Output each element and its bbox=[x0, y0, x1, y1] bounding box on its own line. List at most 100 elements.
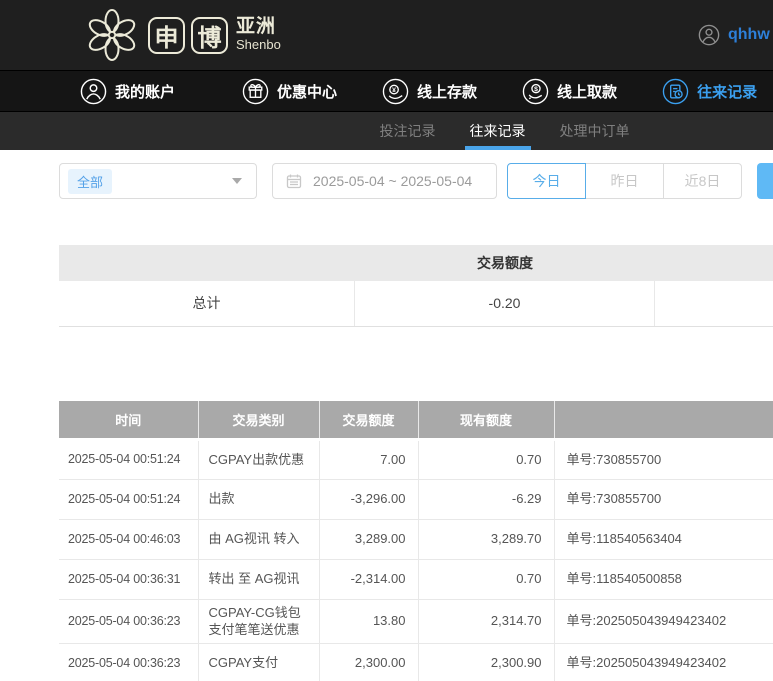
cell-memo: 单号:730855700 bbox=[554, 439, 773, 480]
cell-time: 2025-05-04 00:46:03 bbox=[59, 519, 199, 560]
category-select[interactable]: 全部 bbox=[59, 163, 257, 199]
cell-balance: 2,314.70 bbox=[418, 599, 555, 644]
cell-balance: 0.70 bbox=[418, 559, 555, 600]
cell-type: 由 AG视讯 转入 bbox=[198, 519, 320, 560]
sub-navigation: 投注记录 往来记录 处理中订单 bbox=[0, 112, 773, 150]
cell-balance: 0.70 bbox=[418, 439, 555, 480]
cell-type: 出款 bbox=[198, 479, 320, 520]
summary-table: 交易额度 总计 -0.20 bbox=[59, 245, 773, 327]
table-row: 2025-05-04 00:51:24 出款 -3,296.00 -6.29 单… bbox=[59, 479, 773, 520]
cell-time: 2025-05-04 00:36:31 bbox=[59, 559, 199, 600]
summary-amount-header: 交易额度 bbox=[477, 255, 533, 271]
nav-label: 线上存款 bbox=[417, 83, 478, 101]
logo-region-text: 亚洲 bbox=[236, 16, 277, 38]
cell-time: 2025-05-04 00:51:24 bbox=[59, 479, 199, 520]
flower-logo-icon bbox=[88, 9, 136, 61]
account-icon bbox=[80, 78, 107, 104]
selected-category-chip: 全部 bbox=[68, 168, 113, 194]
tab-label: 投注记录 bbox=[379, 123, 436, 139]
cell-type: CGPAY出款优惠 bbox=[198, 439, 320, 480]
table-row: 2025-05-04 00:51:24 CGPAY出款优惠 7.00 0.70 … bbox=[59, 439, 773, 480]
calendar-icon bbox=[286, 174, 302, 189]
nav-label: 优惠中心 bbox=[277, 83, 338, 101]
cell-balance: -6.29 bbox=[418, 479, 555, 520]
page: 申 博 亚洲 Shenbo qhhw 我的账户 优惠中心 ¥ 线上存款 $ 线上… bbox=[0, 0, 773, 681]
withdraw-icon: $ bbox=[522, 78, 549, 104]
logo-char: 申 bbox=[154, 24, 179, 52]
logo-char: 博 bbox=[197, 24, 222, 52]
col-header-type: 交易类别 bbox=[198, 401, 320, 441]
chevron-down-icon bbox=[232, 178, 242, 184]
filter-row: 全部 2025-05-04 ~ 2025-05-04 今日 昨日 近8日 bbox=[59, 150, 773, 199]
nav-item-promotions[interactable]: 优惠中心 bbox=[242, 78, 337, 105]
col-header-balance: 现有额度 bbox=[418, 401, 555, 441]
date-range-picker[interactable]: 2025-05-04 ~ 2025-05-04 bbox=[272, 163, 497, 199]
nav-item-my-account[interactable]: 我的账户 bbox=[80, 78, 175, 105]
cell-time: 2025-05-04 00:51:24 bbox=[59, 439, 199, 480]
cell-memo: 单号:118540563404 bbox=[554, 519, 773, 560]
tab-betting-records[interactable]: 投注记录 bbox=[380, 112, 436, 150]
nav-item-deposit[interactable]: ¥ 线上存款 bbox=[382, 78, 477, 105]
user-account[interactable]: qhhw bbox=[698, 0, 770, 70]
cell-memo: 单号:202505043949423402 bbox=[554, 643, 773, 681]
tab-label: 往来记录 bbox=[469, 123, 526, 139]
summary-empty-cell bbox=[655, 281, 773, 326]
cell-balance: 2,300.90 bbox=[418, 643, 555, 681]
cell-time: 2025-05-04 00:36:23 bbox=[59, 643, 199, 681]
tab-pending-orders[interactable]: 处理中订单 bbox=[560, 112, 630, 150]
brand-logo[interactable]: 申 博 亚洲 Shenbo bbox=[84, 7, 281, 63]
cell-type: CGPAY-CG钱包支付笔笔送优惠 bbox=[198, 599, 320, 644]
date-range-text: 2025-05-04 ~ 2025-05-04 bbox=[313, 173, 473, 189]
nav-label: 往来记录 bbox=[697, 83, 758, 101]
gift-icon bbox=[242, 78, 269, 104]
cell-amount: 2,300.00 bbox=[319, 643, 419, 681]
cell-time: 2025-05-04 00:36:23 bbox=[59, 599, 199, 644]
top-bar: 申 博 亚洲 Shenbo qhhw bbox=[0, 0, 773, 70]
table-row: 2025-05-04 00:36:31 转出 至 AG视讯 -2,314.00 … bbox=[59, 559, 773, 600]
logo-char-box: 博 bbox=[191, 16, 228, 54]
content-area: 全部 2025-05-04 ~ 2025-05-04 今日 昨日 近8日 交易额… bbox=[0, 150, 773, 681]
nav-label: 我的账户 bbox=[115, 83, 176, 101]
cell-memo: 单号:730855700 bbox=[554, 479, 773, 520]
cell-memo: 单号:118540500858 bbox=[554, 559, 773, 600]
col-header-memo: 摘要 bbox=[554, 401, 773, 441]
logo-en-text: Shenbo bbox=[236, 37, 281, 53]
cell-amount: 3,289.00 bbox=[319, 519, 419, 560]
yesterday-button[interactable]: 昨日 bbox=[585, 163, 664, 199]
tab-transaction-records[interactable]: 往来记录 bbox=[464, 112, 531, 150]
cell-balance: 3,289.70 bbox=[418, 519, 555, 560]
user-avatar-icon bbox=[698, 24, 720, 46]
logo-wordmark: 亚洲 Shenbo bbox=[236, 16, 281, 53]
col-header-amount: 交易额度 bbox=[319, 401, 419, 441]
last-8-days-button[interactable]: 近8日 bbox=[663, 163, 742, 199]
deposit-icon: ¥ bbox=[382, 78, 409, 104]
summary-total-amount: -0.20 bbox=[355, 281, 655, 326]
username-text: qhhw bbox=[728, 26, 770, 43]
transactions-table-wrap: 时间 交易类别 交易额度 现有额度 摘要 2025-05-04 00:51:24… bbox=[59, 401, 773, 681]
cell-amount: 7.00 bbox=[319, 439, 419, 480]
main-navigation: 我的账户 优惠中心 ¥ 线上存款 $ 线上取款 往来记录 bbox=[0, 70, 773, 112]
nav-item-withdraw[interactable]: $ 线上取款 bbox=[522, 78, 617, 105]
records-icon bbox=[662, 78, 689, 104]
table-row: 2025-05-04 00:36:23 CGPAY支付 2,300.00 2,3… bbox=[59, 643, 773, 681]
tab-label: 处理中订单 bbox=[559, 123, 630, 139]
today-button[interactable]: 今日 bbox=[507, 163, 586, 199]
table-header-row: 时间 交易类别 交易额度 现有额度 摘要 bbox=[59, 401, 773, 441]
nav-item-records[interactable]: 往来记录 bbox=[662, 78, 757, 105]
col-header-time: 时间 bbox=[59, 401, 199, 441]
cell-type: CGPAY支付 bbox=[198, 643, 320, 681]
logo-char-box: 申 bbox=[148, 16, 185, 54]
summary-header-row: 交易额度 bbox=[59, 245, 773, 281]
summary-total-row: 总计 -0.20 bbox=[59, 281, 773, 327]
summary-total-label: 总计 bbox=[59, 281, 355, 326]
svg-text:$: $ bbox=[534, 85, 538, 92]
table-row: 2025-05-04 00:46:03 由 AG视讯 转入 3,289.00 3… bbox=[59, 519, 773, 560]
table-row: 2025-05-04 00:36:23 CGPAY-CG钱包支付笔笔送优惠 13… bbox=[59, 599, 773, 644]
cell-memo: 单号:202505043949423402 bbox=[554, 599, 773, 644]
search-button-clipped[interactable] bbox=[757, 163, 773, 199]
cell-amount: -3,296.00 bbox=[319, 479, 419, 520]
cell-amount: -2,314.00 bbox=[319, 559, 419, 600]
cell-amount: 13.80 bbox=[319, 599, 419, 644]
svg-text:¥: ¥ bbox=[392, 86, 396, 93]
quick-date-buttons: 今日 昨日 近8日 bbox=[507, 163, 742, 199]
